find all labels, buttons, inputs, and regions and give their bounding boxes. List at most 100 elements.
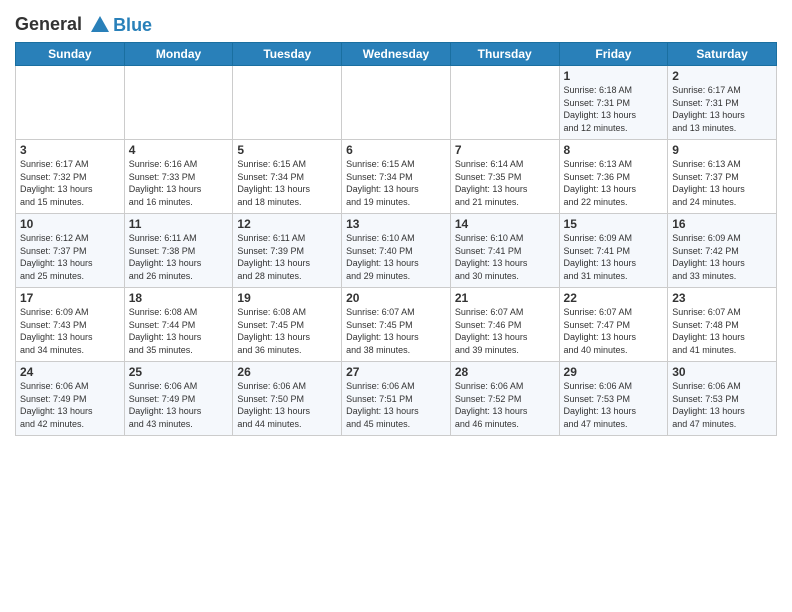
weekday-header-tuesday: Tuesday [233, 43, 342, 66]
calendar-cell: 3Sunrise: 6:17 AM Sunset: 7:32 PM Daylig… [16, 140, 125, 214]
cell-info: Sunrise: 6:11 AM Sunset: 7:38 PM Dayligh… [129, 232, 229, 282]
calendar-cell: 22Sunrise: 6:07 AM Sunset: 7:47 PM Dayli… [559, 288, 668, 362]
calendar-cell [233, 66, 342, 140]
day-number: 3 [20, 143, 120, 157]
cell-info: Sunrise: 6:06 AM Sunset: 7:51 PM Dayligh… [346, 380, 446, 430]
calendar-week-2: 3Sunrise: 6:17 AM Sunset: 7:32 PM Daylig… [16, 140, 777, 214]
calendar-cell: 11Sunrise: 6:11 AM Sunset: 7:38 PM Dayli… [124, 214, 233, 288]
calendar-cell: 24Sunrise: 6:06 AM Sunset: 7:49 PM Dayli… [16, 362, 125, 436]
day-number: 6 [346, 143, 446, 157]
calendar-cell [124, 66, 233, 140]
cell-info: Sunrise: 6:18 AM Sunset: 7:31 PM Dayligh… [564, 84, 664, 134]
calendar-cell: 16Sunrise: 6:09 AM Sunset: 7:42 PM Dayli… [668, 214, 777, 288]
weekday-header-row: SundayMondayTuesdayWednesdayThursdayFrid… [16, 43, 777, 66]
calendar-cell: 27Sunrise: 6:06 AM Sunset: 7:51 PM Dayli… [342, 362, 451, 436]
calendar-cell: 29Sunrise: 6:06 AM Sunset: 7:53 PM Dayli… [559, 362, 668, 436]
cell-info: Sunrise: 6:06 AM Sunset: 7:50 PM Dayligh… [237, 380, 337, 430]
calendar-cell: 7Sunrise: 6:14 AM Sunset: 7:35 PM Daylig… [450, 140, 559, 214]
calendar-cell [450, 66, 559, 140]
day-number: 29 [564, 365, 664, 379]
cell-info: Sunrise: 6:06 AM Sunset: 7:53 PM Dayligh… [672, 380, 772, 430]
calendar-cell: 6Sunrise: 6:15 AM Sunset: 7:34 PM Daylig… [342, 140, 451, 214]
calendar-cell: 28Sunrise: 6:06 AM Sunset: 7:52 PM Dayli… [450, 362, 559, 436]
calendar-cell: 2Sunrise: 6:17 AM Sunset: 7:31 PM Daylig… [668, 66, 777, 140]
cell-info: Sunrise: 6:14 AM Sunset: 7:35 PM Dayligh… [455, 158, 555, 208]
calendar-header: SundayMondayTuesdayWednesdayThursdayFrid… [16, 43, 777, 66]
weekday-header-friday: Friday [559, 43, 668, 66]
calendar-body: 1Sunrise: 6:18 AM Sunset: 7:31 PM Daylig… [16, 66, 777, 436]
cell-info: Sunrise: 6:13 AM Sunset: 7:36 PM Dayligh… [564, 158, 664, 208]
calendar-cell: 14Sunrise: 6:10 AM Sunset: 7:41 PM Dayli… [450, 214, 559, 288]
calendar-week-4: 17Sunrise: 6:09 AM Sunset: 7:43 PM Dayli… [16, 288, 777, 362]
day-number: 7 [455, 143, 555, 157]
cell-info: Sunrise: 6:07 AM Sunset: 7:48 PM Dayligh… [672, 306, 772, 356]
cell-info: Sunrise: 6:17 AM Sunset: 7:31 PM Dayligh… [672, 84, 772, 134]
calendar-cell: 23Sunrise: 6:07 AM Sunset: 7:48 PM Dayli… [668, 288, 777, 362]
header-row: General Blue [15, 10, 777, 36]
calendar-week-1: 1Sunrise: 6:18 AM Sunset: 7:31 PM Daylig… [16, 66, 777, 140]
calendar-cell: 12Sunrise: 6:11 AM Sunset: 7:39 PM Dayli… [233, 214, 342, 288]
day-number: 28 [455, 365, 555, 379]
day-number: 2 [672, 69, 772, 83]
day-number: 15 [564, 217, 664, 231]
cell-info: Sunrise: 6:06 AM Sunset: 7:49 PM Dayligh… [129, 380, 229, 430]
cell-info: Sunrise: 6:12 AM Sunset: 7:37 PM Dayligh… [20, 232, 120, 282]
cell-info: Sunrise: 6:09 AM Sunset: 7:41 PM Dayligh… [564, 232, 664, 282]
day-number: 24 [20, 365, 120, 379]
cell-info: Sunrise: 6:07 AM Sunset: 7:45 PM Dayligh… [346, 306, 446, 356]
day-number: 4 [129, 143, 229, 157]
day-number: 10 [20, 217, 120, 231]
weekday-header-monday: Monday [124, 43, 233, 66]
day-number: 8 [564, 143, 664, 157]
day-number: 19 [237, 291, 337, 305]
cell-info: Sunrise: 6:06 AM Sunset: 7:52 PM Dayligh… [455, 380, 555, 430]
day-number: 5 [237, 143, 337, 157]
calendar-cell: 10Sunrise: 6:12 AM Sunset: 7:37 PM Dayli… [16, 214, 125, 288]
day-number: 27 [346, 365, 446, 379]
calendar-cell: 9Sunrise: 6:13 AM Sunset: 7:37 PM Daylig… [668, 140, 777, 214]
weekday-header-wednesday: Wednesday [342, 43, 451, 66]
day-number: 26 [237, 365, 337, 379]
day-number: 22 [564, 291, 664, 305]
calendar-cell [342, 66, 451, 140]
weekday-header-sunday: Sunday [16, 43, 125, 66]
calendar-cell: 17Sunrise: 6:09 AM Sunset: 7:43 PM Dayli… [16, 288, 125, 362]
day-number: 18 [129, 291, 229, 305]
calendar-cell: 4Sunrise: 6:16 AM Sunset: 7:33 PM Daylig… [124, 140, 233, 214]
calendar-week-3: 10Sunrise: 6:12 AM Sunset: 7:37 PM Dayli… [16, 214, 777, 288]
day-number: 12 [237, 217, 337, 231]
day-number: 16 [672, 217, 772, 231]
cell-info: Sunrise: 6:15 AM Sunset: 7:34 PM Dayligh… [346, 158, 446, 208]
day-number: 17 [20, 291, 120, 305]
cell-info: Sunrise: 6:11 AM Sunset: 7:39 PM Dayligh… [237, 232, 337, 282]
calendar-week-5: 24Sunrise: 6:06 AM Sunset: 7:49 PM Dayli… [16, 362, 777, 436]
calendar-cell: 26Sunrise: 6:06 AM Sunset: 7:50 PM Dayli… [233, 362, 342, 436]
calendar-cell: 21Sunrise: 6:07 AM Sunset: 7:46 PM Dayli… [450, 288, 559, 362]
calendar-table: SundayMondayTuesdayWednesdayThursdayFrid… [15, 42, 777, 436]
cell-info: Sunrise: 6:13 AM Sunset: 7:37 PM Dayligh… [672, 158, 772, 208]
cell-info: Sunrise: 6:10 AM Sunset: 7:41 PM Dayligh… [455, 232, 555, 282]
logo-icon [89, 14, 111, 36]
day-number: 14 [455, 217, 555, 231]
day-number: 30 [672, 365, 772, 379]
calendar-cell: 20Sunrise: 6:07 AM Sunset: 7:45 PM Dayli… [342, 288, 451, 362]
logo-text: General Blue [15, 14, 152, 36]
cell-info: Sunrise: 6:08 AM Sunset: 7:44 PM Dayligh… [129, 306, 229, 356]
day-number: 23 [672, 291, 772, 305]
page-container: General Blue SundayMondayTuesdayWednesda… [0, 0, 792, 441]
cell-info: Sunrise: 6:06 AM Sunset: 7:49 PM Dayligh… [20, 380, 120, 430]
cell-info: Sunrise: 6:09 AM Sunset: 7:43 PM Dayligh… [20, 306, 120, 356]
weekday-header-saturday: Saturday [668, 43, 777, 66]
cell-info: Sunrise: 6:06 AM Sunset: 7:53 PM Dayligh… [564, 380, 664, 430]
day-number: 9 [672, 143, 772, 157]
day-number: 21 [455, 291, 555, 305]
calendar-cell: 15Sunrise: 6:09 AM Sunset: 7:41 PM Dayli… [559, 214, 668, 288]
calendar-cell: 1Sunrise: 6:18 AM Sunset: 7:31 PM Daylig… [559, 66, 668, 140]
calendar-cell: 13Sunrise: 6:10 AM Sunset: 7:40 PM Dayli… [342, 214, 451, 288]
calendar-cell: 5Sunrise: 6:15 AM Sunset: 7:34 PM Daylig… [233, 140, 342, 214]
cell-info: Sunrise: 6:08 AM Sunset: 7:45 PM Dayligh… [237, 306, 337, 356]
cell-info: Sunrise: 6:09 AM Sunset: 7:42 PM Dayligh… [672, 232, 772, 282]
day-number: 20 [346, 291, 446, 305]
calendar-cell: 18Sunrise: 6:08 AM Sunset: 7:44 PM Dayli… [124, 288, 233, 362]
calendar-cell: 25Sunrise: 6:06 AM Sunset: 7:49 PM Dayli… [124, 362, 233, 436]
